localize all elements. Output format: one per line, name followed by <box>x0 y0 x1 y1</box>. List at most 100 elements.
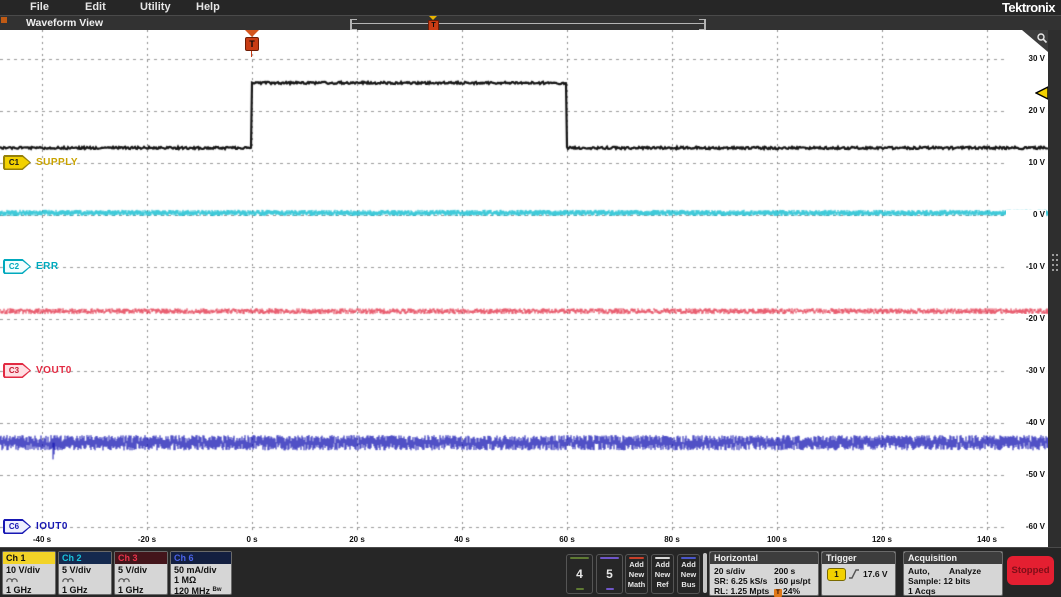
acquisition-acqs: 1 Acqs <box>908 586 936 596</box>
channel-badge-c2[interactable]: C2 <box>3 259 31 274</box>
ch3-scale: 5 V/div <box>118 565 148 575</box>
channel-badge-c1[interactable]: C1 <box>3 155 31 170</box>
menu-help[interactable]: Help <box>196 1 220 13</box>
right-edge-strip <box>1048 30 1061 547</box>
x-axis-label: 100 s <box>766 535 788 544</box>
ref-accent <box>655 557 670 559</box>
channel-name-supply[interactable]: SUPPLY <box>36 157 78 168</box>
c1-badge-label: C1 <box>8 158 20 167</box>
x-axis-label: 40 s <box>454 535 470 544</box>
y-axis-label: -60 V <box>1006 522 1046 531</box>
y-axis-label: -10 V <box>1006 262 1046 271</box>
settings-bar: Ch 1 10 V/div 1 GHz Ch 2 5 V/div 1 GHz C… <box>0 547 1061 597</box>
ch2-settings: 5 V/div 1 GHz <box>59 564 111 596</box>
add-new-ref-button[interactable]: Add New Ref <box>651 554 674 594</box>
trigger-level: 17.6 V <box>863 569 888 579</box>
ch2-header: Ch 2 <box>59 552 111 564</box>
y-axis-label: -50 V <box>1006 470 1046 479</box>
ch1-scale: 10 V/div <box>6 565 41 575</box>
record-overview-bar[interactable]: T <box>350 16 706 31</box>
ch2-bandwidth: 1 GHz <box>62 585 88 595</box>
tektronix-logo: Tektronix <box>1001 0 1056 15</box>
add-new-bus-button[interactable]: Add New Bus <box>677 554 700 594</box>
x-axis-label: 60 s <box>559 535 575 544</box>
horizontal-resolution: 160 µs/pt <box>774 576 811 586</box>
ch1-header: Ch 1 <box>3 552 55 564</box>
tab-bar: Waveform View T <box>0 15 1061 31</box>
ch5-accent <box>600 557 619 559</box>
add-new-ref-label: Add New Ref <box>654 560 671 589</box>
channel-badge-ch3[interactable]: Ch 3 5 V/div 1 GHz <box>114 551 168 595</box>
probe-icon <box>6 575 52 585</box>
channel-badge-ch1[interactable]: Ch 1 10 V/div 1 GHz <box>2 551 56 595</box>
math-accent <box>629 557 644 559</box>
add-new-math-button[interactable]: Add New Math <box>625 554 648 594</box>
x-axis-label: -40 s <box>32 535 52 544</box>
rising-edge-icon <box>849 569 859 579</box>
x-axis-label: 80 s <box>664 535 680 544</box>
menu-file[interactable]: File <box>30 1 49 13</box>
menu-edit[interactable]: Edit <box>85 1 106 13</box>
probe-icon <box>62 575 108 585</box>
ch1-bandwidth: 1 GHz <box>6 585 32 595</box>
horizontal-rl: RL: 1.25 Mpts <box>714 586 770 596</box>
horizontal-scale: 20 s/div <box>714 566 746 576</box>
channel-name-err[interactable]: ERR <box>36 261 59 272</box>
channel-button-4[interactable]: 4 <box>566 554 593 594</box>
y-axis-label: 10 V <box>1006 158 1046 167</box>
acquisition-mode: Auto, <box>908 566 930 576</box>
probe-icon <box>118 575 164 585</box>
acquisition-analyze: Analyze <box>949 566 982 576</box>
trigger-source-badge: 1 <box>827 568 846 581</box>
c3-badge-label: C3 <box>8 366 20 375</box>
ch5-accent-mark <box>606 588 614 590</box>
trigger-t-icon: T <box>245 37 259 51</box>
tab-accent-mark <box>1 17 7 23</box>
y-axis-label: 30 V <box>1006 54 1046 63</box>
menu-utility[interactable]: Utility <box>140 1 171 13</box>
overview-trigger-marker[interactable]: T <box>428 16 439 31</box>
x-axis-label: -20 s <box>137 535 157 544</box>
y-axis-label: -40 V <box>1006 418 1046 427</box>
ch6-header: Ch 6 <box>171 552 231 564</box>
waveform-canvas[interactable] <box>0 30 1048 547</box>
acquisition-sample: Sample: 12 bits <box>908 576 971 586</box>
channel-button-5[interactable]: 5 <box>596 554 623 594</box>
y-axis-label: -30 V <box>1006 366 1046 375</box>
channel-name-iout0[interactable]: IOUT0 <box>36 521 68 532</box>
horizontal-title: Horizontal <box>710 552 818 564</box>
ch3-settings: 5 V/div 1 GHz <box>115 564 167 596</box>
add-new-bus-label: Add New Bus <box>680 560 697 589</box>
waveform-view: T C1 SUPPLY C2 ERR C3 VOUT0 C6 IOUT0 30 … <box>0 30 1049 547</box>
overview-right-bracket <box>699 19 706 30</box>
horizontal-trigger-position: T 24% <box>774 586 800 597</box>
bottom-bar-divider[interactable] <box>703 553 707 593</box>
ch6-scale: 50 mA/div <box>174 565 217 575</box>
ch6-impedance: 1 MΩ <box>174 575 197 585</box>
channel-name-vout0[interactable]: VOUT0 <box>36 365 72 376</box>
x-axis-label: 0 s <box>246 535 258 544</box>
trigger-triangle-icon <box>245 30 259 37</box>
channel-badge-ch2[interactable]: Ch 2 5 V/div 1 GHz <box>58 551 112 595</box>
channel-badge-ch6[interactable]: Ch 6 50 mA/div 1 MΩ 120 MHz Bw <box>170 551 232 596</box>
trigger-position-marker[interactable]: T <box>244 30 261 57</box>
ch3-bandwidth: 1 GHz <box>118 585 144 595</box>
horizontal-panel[interactable]: Horizontal 20 s/div SR: 6.25 kS/s RL: 1.… <box>709 551 819 597</box>
ch6-bandwidth: 120 MHz Bw <box>174 586 222 596</box>
ch4-number: 4 <box>576 567 583 581</box>
c6-badge-label: C6 <box>8 522 20 531</box>
acquisition-panel[interactable]: Acquisition Auto, Analyze Sample: 12 bit… <box>903 551 1003 596</box>
oscilloscope-screen: File Edit Utility Help Tektronix Wavefor… <box>0 0 1061 597</box>
tab-waveform-view[interactable]: Waveform View <box>26 17 103 29</box>
magnifier-icon <box>1037 33 1048 44</box>
run-stop-button[interactable]: Stopped <box>1007 556 1054 585</box>
channel-badge-c6[interactable]: C6 <box>3 519 31 534</box>
overview-line <box>350 23 706 24</box>
trigger-stem <box>251 51 252 57</box>
ch4-accent <box>570 557 589 559</box>
x-axis-label: 140 s <box>976 535 998 544</box>
trigger-panel[interactable]: Trigger 1 17.6 V <box>821 551 896 596</box>
channel-badge-c3[interactable]: C3 <box>3 363 31 378</box>
results-drawer-handle[interactable] <box>1051 253 1058 273</box>
trigger-position-icon: T <box>774 589 782 597</box>
